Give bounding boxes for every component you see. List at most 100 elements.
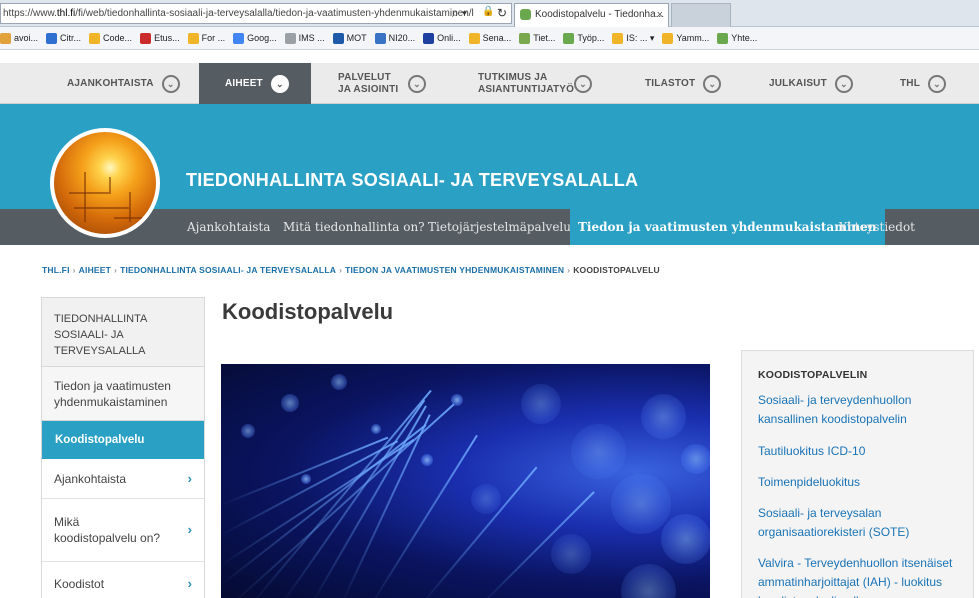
hero-bokeh-light [281, 394, 299, 412]
url-domain: thl.fi [56, 8, 76, 19]
favorite-item[interactable]: Yhte... [717, 32, 757, 44]
favorite-label: Sena... [482, 33, 512, 43]
hero-bokeh-light [451, 394, 463, 406]
favorite-item[interactable]: MOT [332, 32, 367, 44]
subnav-item-tiedon-ja-vaatimusten[interactable]: Tiedon ja vaatimusten yhdenmukaistaminen [570, 209, 885, 245]
favorite-favicon-icon [332, 32, 344, 44]
site-logo[interactable] [50, 128, 160, 238]
favorite-favicon-icon [233, 32, 245, 44]
subnav-item-yhteystiedot[interactable]: Yhteystiedot [839, 209, 915, 245]
reload-icon[interactable]: ↻ [497, 6, 507, 20]
chevron-down-icon: ⌄ [161, 74, 180, 93]
breadcrumb-link[interactable]: TIEDONHALLINTA SOSIAALI- JA TERVEYSALALL… [120, 265, 336, 275]
hero-image [221, 364, 710, 598]
topnav-label: AJANKOHTAISTA [67, 77, 154, 89]
favorite-label: MOT [346, 33, 367, 43]
breadcrumb-link[interactable]: THL.FI [42, 265, 70, 275]
sidebar-item-label: Koodistot [54, 576, 105, 591]
related-link[interactable]: Toimenpideluokitus [758, 473, 963, 492]
favorite-favicon-icon [374, 32, 386, 44]
logo-circuit-trace [109, 177, 111, 194]
favorite-favicon-icon [717, 32, 729, 44]
favorite-favicon-icon [46, 32, 58, 44]
sidebar-item-ajankohtaista[interactable]: Ajankohtaista › [42, 459, 204, 499]
favorite-item[interactable]: Sena... [468, 32, 512, 44]
favorite-label: Työp... [577, 33, 605, 43]
sidebar-item-koodistopalvelu[interactable]: Koodistopalvelu [42, 421, 204, 459]
site-title[interactable]: TIEDONHALLINTA SOSIAALI- JA TERVEYSALALL… [186, 170, 638, 191]
topnav-item-ajankohtaista[interactable]: AJANKOHTAISTA ⌄ [67, 63, 180, 104]
subnav-item-tietojarjestelmapalvelut[interactable]: Tietojärjestelmäpalvelut [428, 209, 576, 245]
topnav-label: THL [900, 77, 921, 89]
favorite-item[interactable]: Etus... [140, 32, 180, 44]
related-link[interactable]: Tautiluokitus ICD-10 [758, 442, 963, 461]
topnav-item-palvelut[interactable]: PALVELUT JA ASIOINTI ⌄ [338, 63, 428, 104]
favorite-item[interactable]: Onli... [423, 32, 461, 44]
favorite-favicon-icon [468, 32, 480, 44]
breadcrumb-link[interactable]: AIHEET [79, 265, 111, 275]
favorite-label: NI20... [388, 33, 416, 43]
related-link[interactable]: Sosiaali- ja terveydenhuollon kansalline… [758, 391, 963, 429]
favorite-label: Citr... [60, 33, 82, 43]
lock-icon: 🔒 [482, 6, 495, 17]
favorite-label: For ... [201, 33, 226, 43]
related-links-box: KOODISTOPALVELIN Sosiaali- ja terveydenh… [741, 350, 974, 598]
tab-favicon [520, 9, 531, 20]
favorite-item[interactable]: IMS ... [284, 32, 325, 44]
browser-tab-new[interactable] [671, 3, 731, 27]
hero-bokeh-light [331, 374, 347, 390]
hero-bokeh-light [621, 564, 676, 598]
favorite-favicon-icon [519, 32, 531, 44]
hero-fiber-strand [280, 399, 426, 598]
topnav-item-tilastot[interactable]: TILASTOT ⌄ [645, 63, 722, 104]
topnav-label: JULKAISUT [769, 77, 827, 89]
hero-fiber-strand [221, 440, 399, 536]
topnav-label: TUTKIMUS JA ASIANTUNTIJATYÖ [478, 71, 575, 95]
sidebar-section-heading[interactable]: TIEDONHALLINTA SOSIAALI- JA TERVEYSALALL… [42, 298, 204, 367]
sidebar-item-label: Ajankohtaista [54, 471, 127, 486]
tab-close-icon[interactable]: × [657, 4, 663, 26]
logo-circuit-trace [129, 192, 131, 222]
favorite-label: Yamm... [676, 33, 710, 43]
sidebar-item-koodistot[interactable]: Koodistot › [42, 562, 204, 598]
favorite-item[interactable]: Goog... [233, 32, 277, 44]
topnav-item-thl[interactable]: THL ⌄ [900, 63, 947, 104]
topnav-item-julkaisut[interactable]: JULKAISUT ⌄ [769, 63, 853, 104]
subnav-item-mita-tiedonhallinta[interactable]: Mitä tiedonhallinta on? [283, 209, 425, 245]
favorite-item[interactable]: Työp... [563, 32, 605, 44]
chevron-down-icon: ⌄ [270, 74, 289, 93]
breadcrumb-current: KOODISTOPALVELU [573, 265, 660, 275]
chevron-down-icon: ⌄ [928, 74, 947, 93]
favorite-item[interactable]: Yamm... [662, 32, 710, 44]
hero-bokeh-light [471, 484, 501, 514]
breadcrumb-link[interactable]: TIEDON JA VAATIMUSTEN YHDENMUKAISTAMINEN [345, 265, 564, 275]
browser-tab-active[interactable]: Koodistopalvelu - Tiedonha... × [514, 3, 669, 27]
favorite-item[interactable]: NI20... [374, 32, 416, 44]
chevron-right-icon: › [187, 575, 192, 591]
favorite-item[interactable]: Tiet... [519, 32, 556, 44]
sidebar-item-mika-koodistopalvelu[interactable]: Mikä koodistopalvelu on? › [42, 499, 204, 562]
related-link[interactable]: Sosiaali- ja terveysalan organisaatiorek… [758, 504, 963, 542]
topnav-item-aiheet[interactable]: AIHEET ⌄ [199, 63, 311, 104]
sidebar-parent-item[interactable]: Tiedon ja vaatimusten yhdenmukaistaminen [42, 367, 204, 421]
hero-bokeh-light [371, 424, 381, 434]
search-dropdown-icon[interactable]: ⌕ ▾ [452, 6, 467, 21]
sidebar-item-label: Mikä koodistopalvelu on? [54, 515, 161, 545]
topnav-label: TILASTOT [645, 77, 696, 89]
related-link[interactable]: Valvira - Terveydenhuollon itsenäiset am… [758, 554, 963, 598]
logo-circuit-trace [74, 207, 129, 209]
favorite-label: Etus... [154, 33, 180, 43]
favorite-item[interactable]: avoi... [0, 32, 38, 44]
favorite-label: Goog... [247, 33, 277, 43]
subnav-item-ajankohtaista[interactable]: Ajankohtaista [187, 209, 270, 245]
address-bar[interactable]: https://www.thl.fi/fi/web/tiedonhallinta… [0, 3, 512, 24]
favorite-item[interactable]: Code... [89, 32, 132, 44]
favorite-item[interactable]: IS: ... ▾ [612, 32, 655, 44]
favorite-item[interactable]: Citr... [46, 32, 82, 44]
favorite-item[interactable]: For ... [187, 32, 226, 44]
main-navigation: AJANKOHTAISTA ⌄ AIHEET ⌄ PALVELUT JA ASI… [0, 63, 979, 104]
favorite-label: IS: ... ▾ [626, 32, 655, 43]
favorite-label: Tiet... [533, 33, 556, 43]
favorite-favicon-icon [187, 32, 199, 44]
topnav-item-tutkimus[interactable]: TUTKIMUS JA ASIANTUNTIJATYÖ ⌄ [478, 63, 593, 104]
